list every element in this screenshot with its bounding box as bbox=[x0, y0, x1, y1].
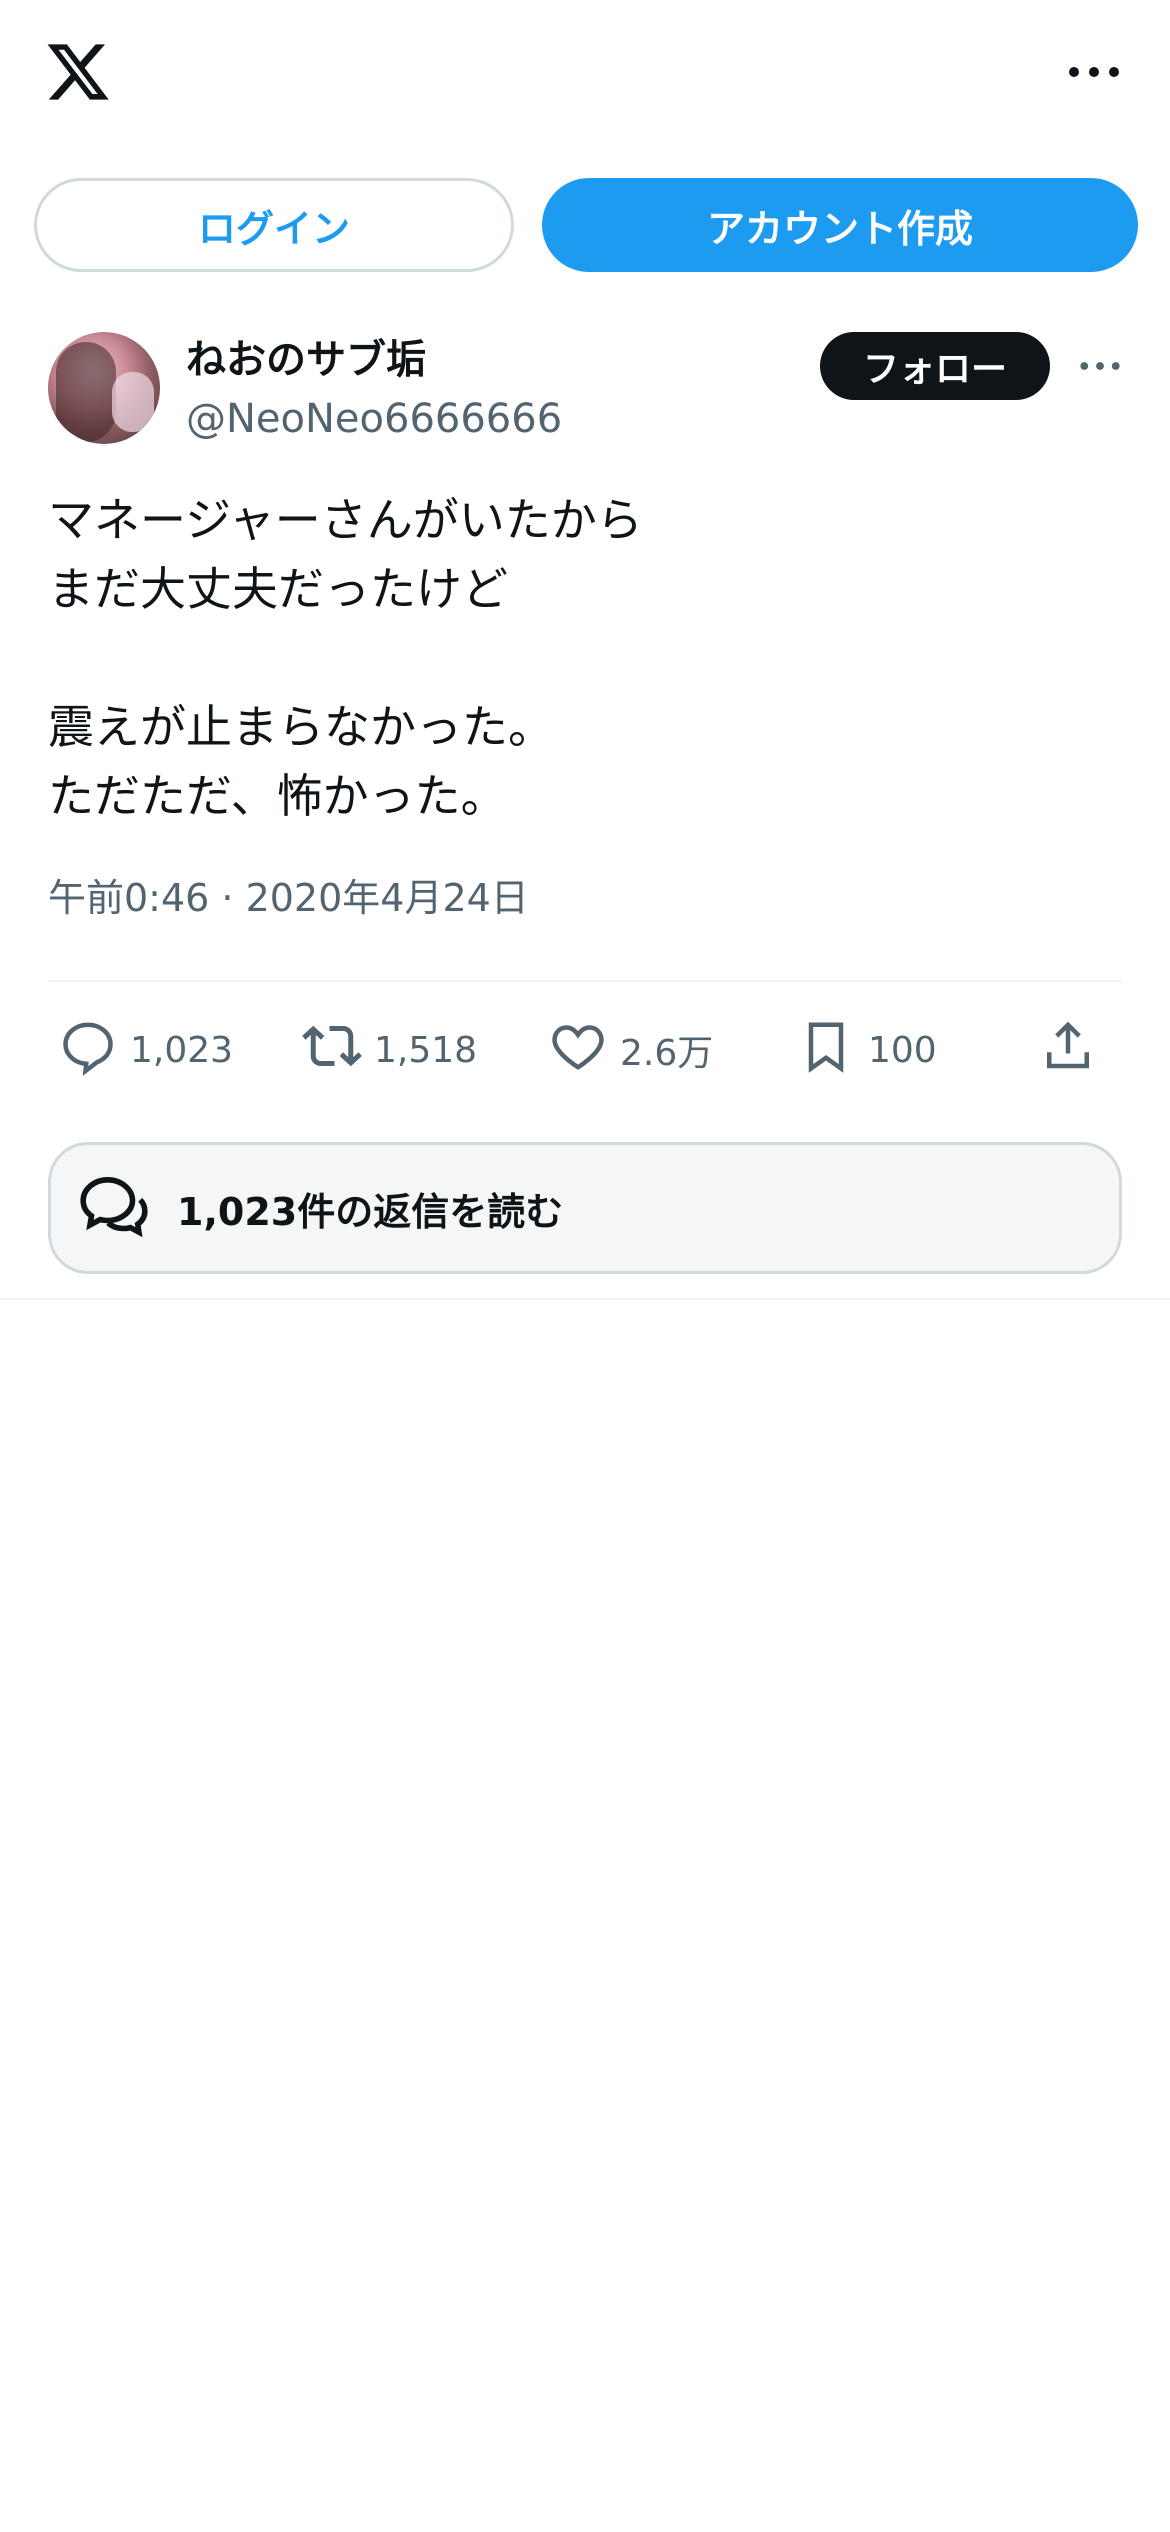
top-bar bbox=[0, 0, 1170, 150]
reply-count: 1,023 bbox=[130, 1029, 234, 1071]
signup-button[interactable]: アカウント作成 bbox=[542, 178, 1138, 272]
x-logo-icon[interactable] bbox=[44, 38, 112, 106]
like-action[interactable]: 2.6万 bbox=[548, 1010, 713, 1090]
retweet-icon bbox=[302, 1016, 374, 1085]
tweet-timestamp[interactable]: 午前0:46 · 2020年4月24日 bbox=[48, 868, 529, 928]
tweet-author: ねおのサブ垢 @NeoNeo6666666 フォロー bbox=[48, 332, 1128, 452]
tweet-more-icon[interactable] bbox=[1072, 346, 1128, 386]
bookmark-action[interactable]: 100 bbox=[796, 1010, 937, 1090]
author-names: ねおのサブ垢 @NeoNeo6666666 bbox=[186, 332, 562, 450]
avatar[interactable] bbox=[48, 332, 160, 444]
section-divider bbox=[0, 1298, 1170, 1300]
retweet-count: 1,518 bbox=[374, 1029, 478, 1071]
divider bbox=[48, 980, 1122, 982]
share-icon bbox=[1038, 1016, 1110, 1085]
more-options-icon[interactable] bbox=[1064, 52, 1124, 92]
auth-buttons: ログイン アカウント作成 bbox=[34, 178, 1138, 272]
bookmark-icon bbox=[796, 1016, 868, 1085]
reply-icon bbox=[58, 1016, 130, 1085]
heart-icon bbox=[548, 1016, 620, 1085]
tweet-actions: 1,023 1,518 2.6万 100 bbox=[48, 1010, 1128, 1090]
like-count: 2.6万 bbox=[620, 1033, 714, 1074]
tweet-text: マネージャーさんがいたから まだ大丈夫だったけど 震えが止まらなかった。 ただた… bbox=[48, 493, 643, 823]
display-name[interactable]: ねおのサブ垢 bbox=[186, 332, 562, 388]
follow-button[interactable]: フォロー bbox=[820, 332, 1050, 400]
read-replies-label: 1,023件の返信を読む bbox=[177, 1189, 564, 1234]
login-button[interactable]: ログイン bbox=[34, 178, 514, 272]
read-replies-button[interactable]: 1,023件の返信を読む bbox=[48, 1142, 1122, 1274]
share-action[interactable] bbox=[1038, 1010, 1110, 1090]
retweet-action[interactable]: 1,518 bbox=[302, 1010, 477, 1090]
replies-bubble-icon bbox=[51, 1169, 177, 1247]
user-handle[interactable]: @NeoNeo6666666 bbox=[186, 388, 562, 450]
bookmark-count: 100 bbox=[868, 1029, 937, 1071]
reply-action[interactable]: 1,023 bbox=[58, 1010, 233, 1090]
